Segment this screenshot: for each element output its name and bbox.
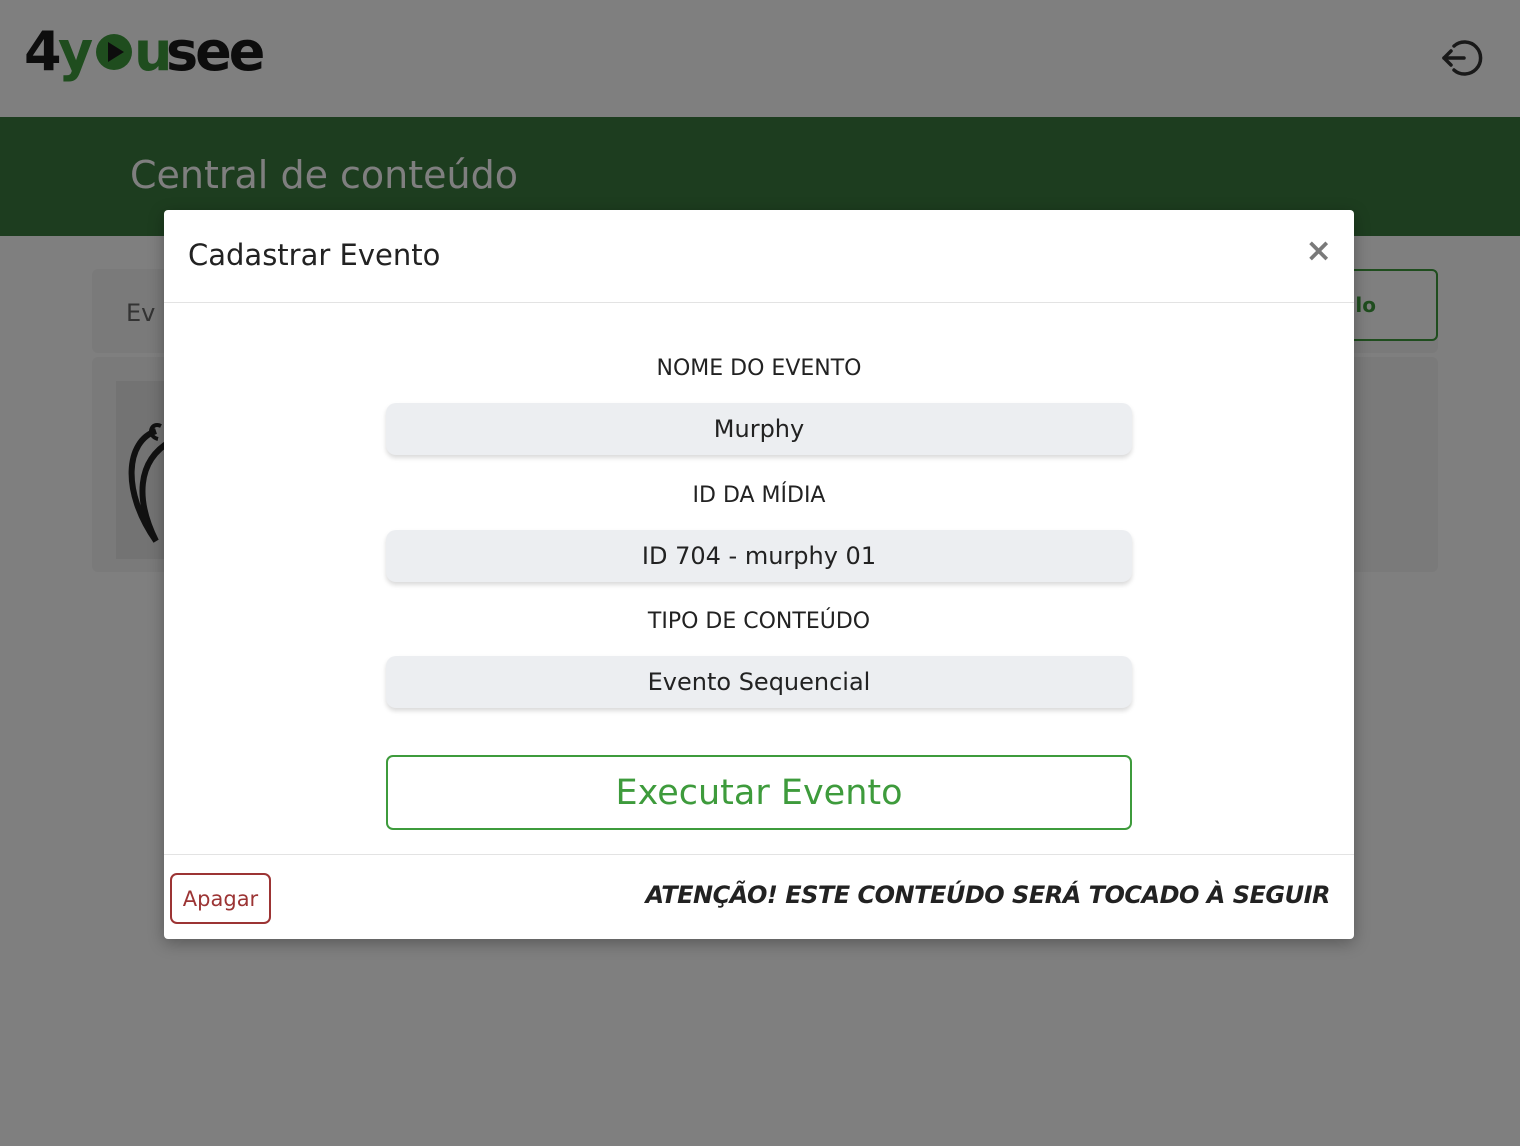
register-event-modal: Cadastrar Evento × NOME DO EVENTO Murphy… [164,210,1354,939]
modal-footer: Apagar ATENÇÃO! ESTE CONTEÚDO SERÁ TOCAD… [164,854,1354,940]
warning-text: ATENÇÃO! ESTE CONTEÚDO SERÁ TOCADO À SEG… [645,881,1330,909]
content-type-field[interactable]: Evento Sequencial [386,656,1132,708]
content-type-label: TIPO DE CONTEÚDO [647,609,871,634]
media-id-label: ID DA MÍDIA [692,483,826,508]
event-name-field[interactable]: Murphy [386,403,1132,455]
media-id-field[interactable]: ID 704 - murphy 01 [386,530,1132,582]
execute-event-button[interactable]: Executar Evento [386,755,1132,830]
close-icon[interactable]: × [1305,230,1332,270]
modal-title: Cadastrar Evento [188,238,441,272]
event-name-label: NOME DO EVENTO [656,356,862,381]
modal-header: Cadastrar Evento × [164,210,1354,303]
delete-button[interactable]: Apagar [170,873,271,924]
